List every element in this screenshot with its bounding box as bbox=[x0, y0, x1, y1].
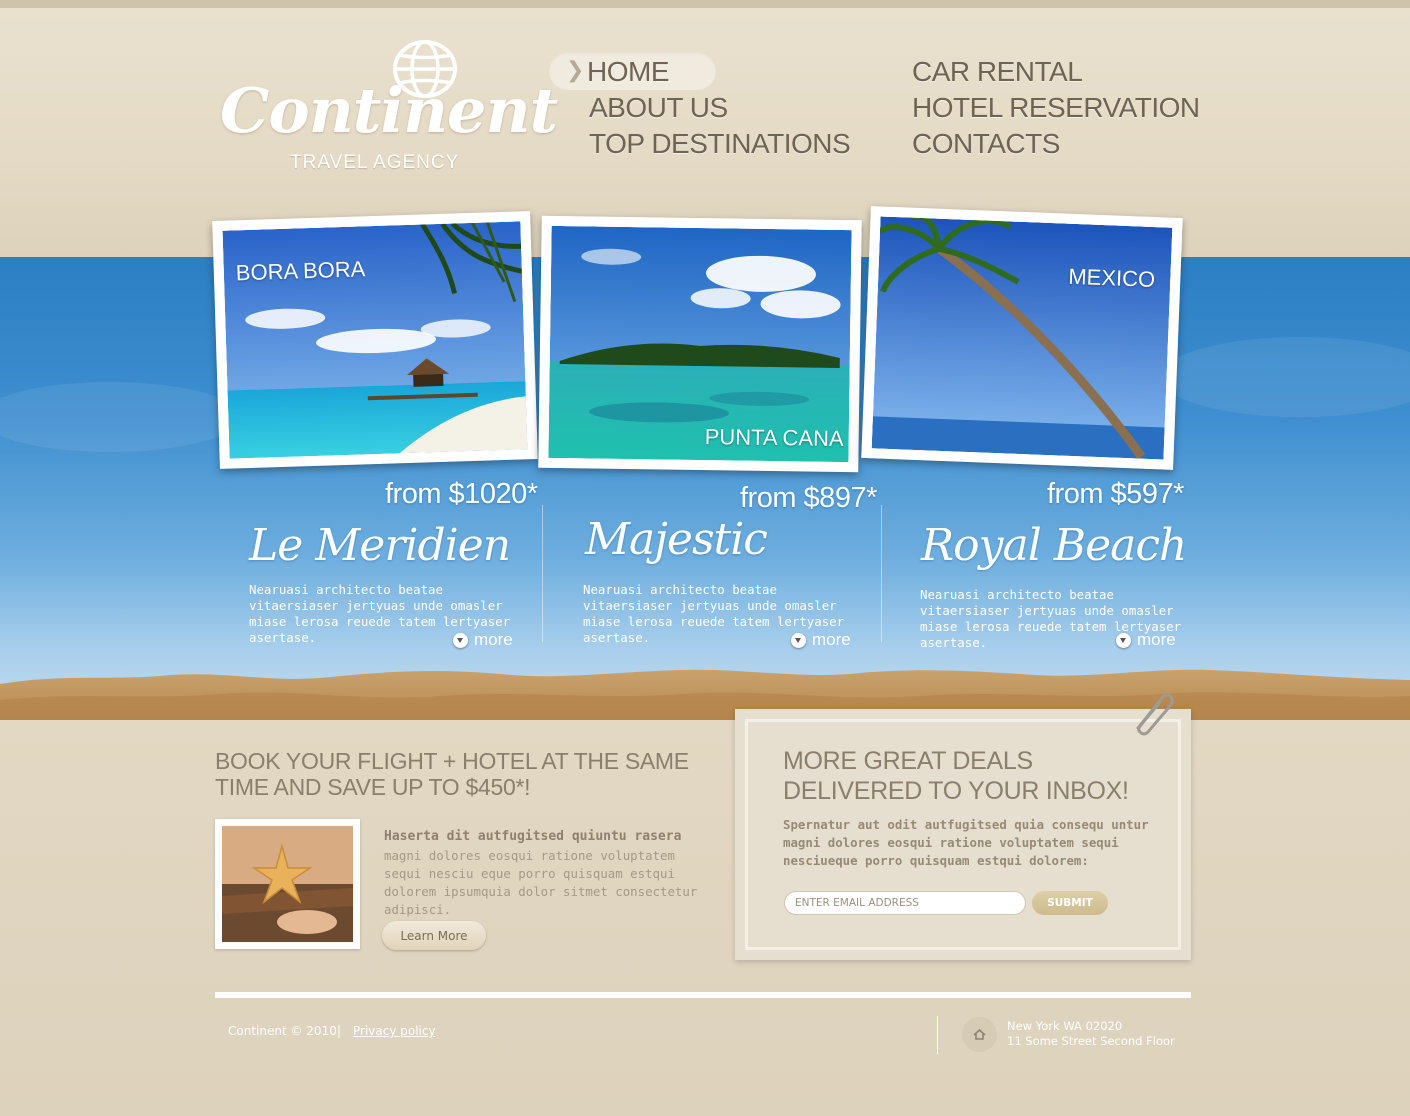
home-icon bbox=[973, 1028, 986, 1040]
chevron-down-icon bbox=[1116, 632, 1131, 648]
newsletter-text: Spernatur aut odit autfugitsed quia cons… bbox=[783, 817, 1149, 868]
offer-divider-2 bbox=[881, 505, 882, 642]
email-input[interactable] bbox=[784, 891, 1026, 915]
offer-price-2: from $897* bbox=[740, 482, 877, 514]
offer-price-1: from $1020* bbox=[385, 478, 538, 510]
nav-hotel-reservation[interactable]: HOTEL RESERVATION bbox=[912, 92, 1200, 124]
starfish-photo bbox=[222, 826, 353, 942]
paperclip-icon bbox=[1136, 693, 1174, 736]
photo-punta-cana[interactable]: PUNTA CANA bbox=[538, 215, 862, 473]
logo[interactable]: Continent TRAVEL AGENCY bbox=[215, 38, 558, 178]
photo-label-punta-cana: PUNTA CANA bbox=[704, 424, 844, 452]
offer-hotel-3[interactable]: Royal Beach bbox=[921, 520, 1187, 571]
offer-price-3: from $597* bbox=[1047, 478, 1184, 510]
sand-dunes bbox=[0, 669, 1410, 720]
photo-label-mexico: MEXICO bbox=[1067, 263, 1156, 293]
privacy-policy-link[interactable]: Privacy policy bbox=[353, 1024, 436, 1038]
photo-label-bora-bora: BORA BORA bbox=[235, 256, 366, 286]
footer-divider bbox=[215, 992, 1191, 998]
logo-wordmark: Continent bbox=[220, 74, 558, 147]
address-line-1: New York WA 02020 bbox=[1007, 1019, 1123, 1033]
newsletter-title: MORE GREAT DEALS DELIVERED TO YOUR INBOX… bbox=[783, 747, 1129, 805]
offer-more-2[interactable]: more bbox=[791, 630, 851, 650]
mexico-scene bbox=[871, 216, 1173, 460]
chevron-down-icon bbox=[453, 632, 468, 648]
offer-more-label-3: more bbox=[1137, 630, 1176, 649]
chevron-down-icon bbox=[791, 632, 806, 648]
logo-tagline: TRAVEL AGENCY bbox=[290, 152, 460, 173]
submit-button[interactable]: SUBMIT bbox=[1032, 891, 1108, 915]
footer-separator: | bbox=[337, 1024, 342, 1038]
photo-bora-bora[interactable]: BORA BORA bbox=[212, 211, 538, 469]
chevron-right-icon: ❯ bbox=[566, 58, 585, 83]
offer-more-label-2: more bbox=[812, 630, 851, 649]
offer-hotel-1[interactable]: Le Meridien bbox=[249, 520, 511, 571]
offer-more-3[interactable]: more bbox=[1116, 630, 1176, 650]
photo-bora-bora-image: BORA BORA bbox=[222, 221, 528, 459]
nav-top-destinations[interactable]: TOP DESTINATIONS bbox=[589, 128, 851, 160]
photo-mexico[interactable]: MEXICO bbox=[861, 206, 1183, 470]
nav-contacts[interactable]: CONTACTS bbox=[912, 128, 1060, 160]
address-line-2: 11 Some Street Second Floor bbox=[1007, 1034, 1175, 1048]
offer-more-1[interactable]: more bbox=[453, 630, 513, 650]
bora-bora-scene bbox=[222, 221, 528, 459]
footer-vertical-divider bbox=[937, 1016, 938, 1054]
offer-hotel-2[interactable]: Majestic bbox=[585, 514, 768, 565]
nav-home[interactable]: HOME bbox=[587, 56, 670, 88]
footer-address: New York WA 02020 11 Some Street Second … bbox=[1007, 1019, 1175, 1049]
home-icon-container bbox=[962, 1017, 997, 1052]
offer-more-label-1: more bbox=[474, 630, 513, 649]
learn-more-button[interactable]: Learn More bbox=[382, 921, 486, 950]
book-heading: Haserta dit autfugitsed quiuntu rasera bbox=[384, 829, 682, 844]
footer-copyright: Continent © 2010 bbox=[228, 1024, 337, 1038]
book-text: magni dolores eosqui ratione voluptatem … bbox=[384, 848, 698, 917]
photo-punta-cana-image: PUNTA CANA bbox=[548, 225, 852, 463]
offer-divider-1 bbox=[542, 505, 543, 642]
book-section-title: BOOK YOUR FLIGHT + HOTEL AT THE SAME TIM… bbox=[215, 748, 689, 800]
book-photo bbox=[215, 819, 360, 949]
nav-car-rental[interactable]: CAR RENTAL bbox=[912, 56, 1083, 88]
nav-about-us[interactable]: ABOUT US bbox=[589, 92, 728, 124]
top-strip bbox=[0, 0, 1410, 8]
photo-mexico-image: MEXICO bbox=[871, 216, 1173, 460]
